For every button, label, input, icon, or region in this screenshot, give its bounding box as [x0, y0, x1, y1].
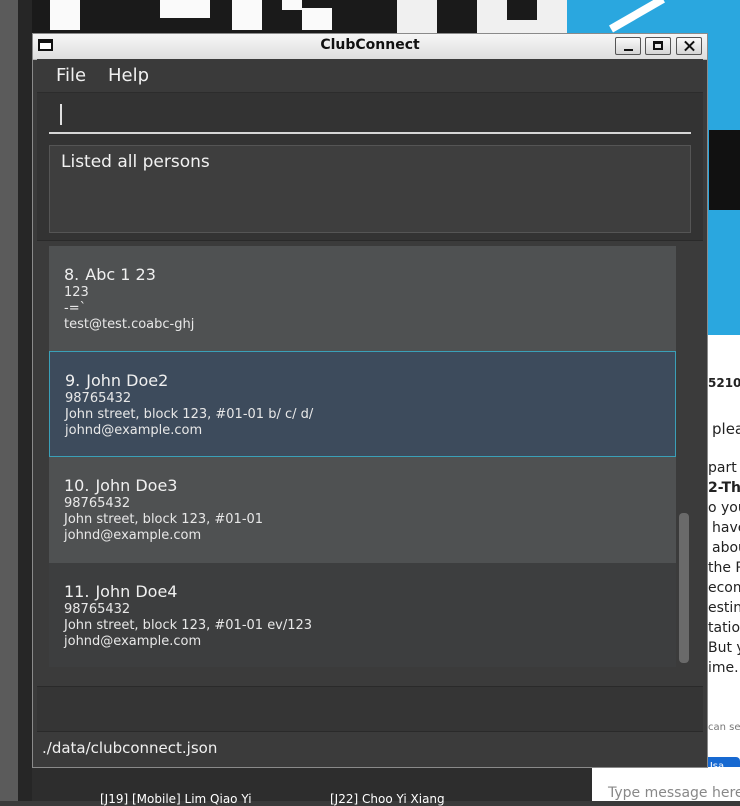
- person-name-line: 8. Abc 1 23: [64, 246, 676, 285]
- person-name-line: 11. John Doe4: [64, 563, 676, 602]
- app-window: ClubConnect File Help Listed all persons…: [32, 33, 708, 768]
- chat-fragment: have: [712, 520, 740, 536]
- result-message: Listed all persons: [61, 152, 210, 172]
- person-name-line: 10. John Doe3: [64, 457, 676, 496]
- person-index: 11.: [64, 582, 90, 601]
- person-address: -=`: [64, 301, 87, 316]
- chat-fragment: But y: [708, 640, 740, 656]
- chat-fragment: o you: [708, 500, 740, 516]
- video-participant-label: [J19] [Mobile] Lim Qiao Yi: [100, 792, 252, 806]
- person-list[interactable]: 8. Abc 1 23 123 -=` test@test.coabc-ghj 9…: [37, 240, 703, 687]
- save-location: ./data/clubconnect.json: [42, 739, 218, 757]
- person-card[interactable]: 8. Abc 1 23 123 -=` test@test.coabc-ghj: [49, 246, 676, 351]
- person-name: Abc 1 23: [85, 265, 156, 284]
- chat-fragment: ecom: [708, 580, 740, 596]
- desktop-edge-dark: [18, 0, 32, 801]
- person-address: John street, block 123, #01-01: [64, 512, 264, 527]
- list-scrollbar-thumb[interactable]: [679, 513, 689, 663]
- person-card[interactable]: 10. John Doe3 98765432 John street, block…: [49, 457, 676, 563]
- person-address: John street, block 123, #01-01 ev/123: [64, 618, 313, 633]
- person-phone: 123: [64, 285, 89, 300]
- video-participant-label: [J22] Choo Yi Xiang: [330, 792, 445, 806]
- text-caret: [60, 104, 62, 125]
- minimize-button[interactable]: [615, 37, 641, 55]
- maximize-button[interactable]: [645, 37, 671, 55]
- person-email: johnd@example.com: [65, 423, 203, 438]
- person-phone: 98765432: [64, 602, 131, 617]
- chat-fragment: abou: [712, 540, 740, 556]
- chat-fragment: estin: [708, 600, 740, 616]
- chat-fragment: ime.: [708, 660, 739, 676]
- chat-fragment: 2-The: [708, 480, 740, 496]
- close-button[interactable]: [676, 37, 702, 55]
- person-phone: 98765432: [64, 496, 131, 511]
- chat-input-placeholder[interactable]: Type message here.: [608, 785, 740, 801]
- chat-note: can se: [708, 722, 740, 733]
- person-card[interactable]: 11. John Doe4 98765432 John street, block…: [49, 563, 676, 667]
- person-email: johnd@example.com: [64, 528, 202, 543]
- status-bar: ./data/clubconnect.json: [37, 731, 703, 765]
- person-name-line: 9. John Doe2: [65, 352, 675, 391]
- desktop-edge: [0, 0, 18, 801]
- person-index: 10.: [64, 476, 90, 495]
- title-bar[interactable]: ClubConnect: [33, 34, 707, 60]
- result-display: Listed all persons: [49, 145, 691, 233]
- person-card-selected[interactable]: 9. John Doe2 98765432 John street, block …: [49, 351, 676, 457]
- chat-fragment: plea: [712, 420, 740, 438]
- person-phone: 98765432: [65, 391, 132, 406]
- person-name: John Doe3: [95, 476, 178, 495]
- chat-fragment: part c: [708, 460, 740, 476]
- person-index: 8.: [64, 265, 80, 284]
- person-name: John Doe2: [86, 371, 169, 390]
- person-email: johnd@example.com: [64, 634, 202, 649]
- empty-placeholder-area: [37, 686, 703, 732]
- chat-fragment: 52103: [708, 376, 740, 390]
- person-email: test@test.coabc-ghj: [64, 317, 195, 332]
- menu-file[interactable]: File: [56, 65, 86, 86]
- chat-fragment: the Pl: [708, 560, 740, 576]
- menu-help[interactable]: Help: [108, 65, 149, 86]
- window-title: ClubConnect: [320, 37, 420, 53]
- chat-fragment: tatio: [708, 620, 740, 636]
- person-index: 9.: [65, 371, 81, 390]
- main-content: Listed all persons 8. Abc 1 23 123 -=` te…: [37, 93, 703, 732]
- person-address: John street, block 123, #01-01 b/ c/ d/: [65, 407, 314, 422]
- menu-bar: File Help: [37, 59, 703, 93]
- person-name: John Doe4: [95, 582, 178, 601]
- command-input[interactable]: [49, 93, 691, 134]
